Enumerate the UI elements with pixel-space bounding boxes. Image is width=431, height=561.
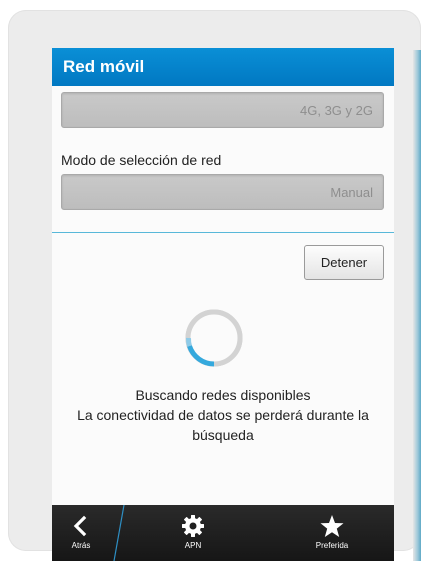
status-line-3: búsqueda xyxy=(192,427,254,443)
device-frame: Red móvil 4G, 3G y 2G Modo de selección … xyxy=(8,10,421,561)
page-title: Red móvil xyxy=(63,57,145,76)
selection-mode-dropdown[interactable]: Manual xyxy=(61,174,384,210)
back-label: Atrás xyxy=(71,541,91,550)
favorite-label: Preferida xyxy=(315,541,349,550)
status-line-2: La conectividad de datos se perderá dura… xyxy=(77,407,369,423)
favorite-button[interactable]: Preferida xyxy=(297,505,367,561)
back-button[interactable]: Atrás xyxy=(56,505,106,561)
apn-button[interactable]: APN xyxy=(163,505,223,561)
section-divider xyxy=(52,232,394,233)
loading-spinner-icon xyxy=(185,309,243,367)
gear-icon xyxy=(182,515,204,537)
screen: Red móvil 4G, 3G y 2G Modo de selección … xyxy=(52,48,394,561)
network-mode-dropdown[interactable]: 4G, 3G y 2G xyxy=(61,92,384,128)
status-line-1: Buscando redes disponibles xyxy=(135,387,311,403)
selection-mode-value: Manual xyxy=(330,185,373,200)
star-icon xyxy=(320,515,344,537)
back-divider xyxy=(113,505,125,561)
network-mode-value: 4G, 3G y 2G xyxy=(300,103,373,118)
chevron-left-icon xyxy=(73,515,87,537)
stop-button[interactable]: Detener xyxy=(304,245,384,280)
selection-mode-label: Modo de selección de red xyxy=(61,152,222,168)
device-edge xyxy=(413,50,421,561)
apn-label: APN xyxy=(184,541,202,550)
search-status: Buscando redes disponibles La conectivid… xyxy=(52,385,394,445)
title-bar: Red móvil xyxy=(52,48,394,86)
action-bar: Atrás APN Preferida xyxy=(52,505,394,561)
